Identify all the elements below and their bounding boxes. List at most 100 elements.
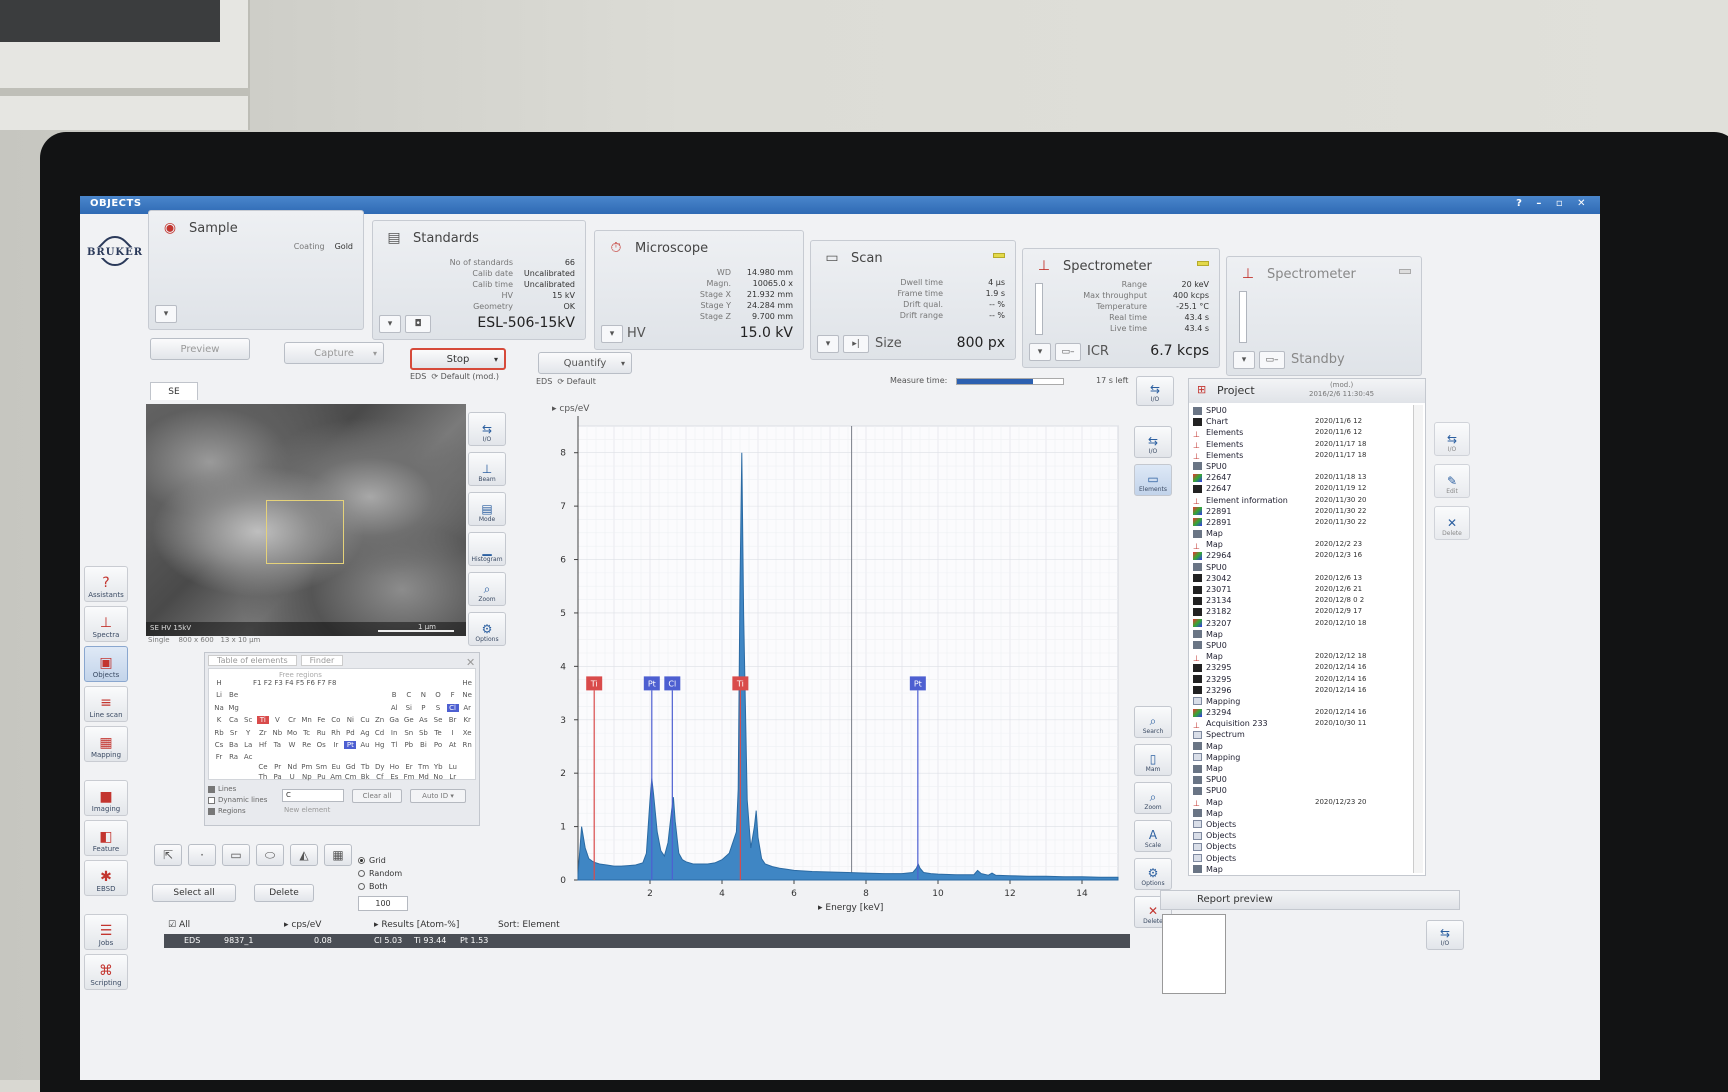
microscope-dropdown[interactable]: ▾	[601, 325, 623, 343]
element-bi[interactable]: Bi	[417, 741, 429, 749]
element-cm[interactable]: Cm	[345, 773, 357, 781]
options-button[interactable]: ⚙ Options	[1134, 858, 1172, 890]
dynamic-lines-option[interactable]: Dynamic lines	[208, 795, 267, 806]
element-ni[interactable]: Ni	[344, 716, 356, 724]
element-cd[interactable]: Cd	[374, 729, 386, 737]
mam-button[interactable]: ▯ Mam	[1134, 744, 1172, 776]
elements-button[interactable]: ▭ Elements	[1134, 464, 1172, 496]
element-re[interactable]: Re	[301, 741, 313, 749]
element-cr[interactable]: Cr	[286, 716, 298, 724]
ellipse-tool-button[interactable]: ⬭	[256, 844, 284, 866]
tree-item[interactable]: Objects	[1193, 830, 1411, 841]
element-hf[interactable]: Hf	[257, 741, 269, 749]
element-ag[interactable]: Ag	[359, 729, 371, 737]
element-yb[interactable]: Yb	[432, 763, 444, 771]
element-ge[interactable]: Ge	[403, 716, 415, 724]
sample-dropdown[interactable]: ▾	[155, 305, 177, 323]
preview-button[interactable]: Preview	[150, 338, 250, 360]
element-ne[interactable]: Ne	[461, 691, 473, 699]
regions-checkbox[interactable]	[208, 807, 215, 815]
grid-count-input[interactable]: 100	[358, 896, 408, 911]
spectrometer-toggle-button[interactable]: ▭–	[1055, 343, 1081, 361]
beam-button[interactable]: ⊥ Beam	[468, 452, 506, 486]
element-pd[interactable]: Pd	[344, 729, 356, 737]
element-ru[interactable]: Ru	[315, 729, 327, 737]
tree-item[interactable]: 23295 2020/12/14 16	[1193, 674, 1411, 685]
element-co[interactable]: Co	[330, 716, 342, 724]
element-pa[interactable]: Pa	[272, 773, 284, 781]
delete-button[interactable]: ✕ Delete	[1434, 506, 1470, 540]
lines-checkbox[interactable]	[208, 785, 215, 793]
element-no[interactable]: No	[432, 773, 444, 781]
element-k[interactable]: K	[213, 716, 225, 724]
histogram-button[interactable]: ▁ Histogram	[468, 532, 506, 566]
element-ra[interactable]: Ra	[228, 753, 240, 761]
i-o-button[interactable]: ⇆ I/O	[468, 412, 506, 446]
element-b[interactable]: B	[388, 691, 400, 699]
result-row[interactable]: EDS 9837_1 0.08 Cl 5.03 Ti 93.44 Pt 1.53	[164, 934, 1130, 948]
grid-radio[interactable]: Grid	[358, 856, 386, 865]
element-cl[interactable]: Cl	[446, 703, 459, 712]
element-at[interactable]: At	[447, 741, 459, 749]
stop-button[interactable]: Stop ▾	[410, 348, 506, 370]
select-pointer-tool-button[interactable]: ⇱	[154, 844, 182, 866]
grid-radio-dot[interactable]	[358, 857, 365, 864]
element-he[interactable]: He	[461, 679, 473, 687]
point-tool-button[interactable]: ·	[188, 844, 216, 866]
tree-item[interactable]: 23294 2020/12/14 16	[1193, 707, 1411, 718]
element-tm[interactable]: Tm	[418, 763, 430, 771]
grid-tool-button[interactable]: ▦	[324, 844, 352, 866]
element-ga[interactable]: Ga	[388, 716, 400, 724]
element-eu[interactable]: Eu	[330, 763, 342, 771]
results-header[interactable]: ▸ Results [Atom-%]	[374, 920, 459, 930]
element-w[interactable]: W	[286, 741, 298, 749]
close-icon[interactable]: ✕	[1577, 198, 1586, 209]
element-na[interactable]: Na	[213, 704, 225, 712]
report-io-button[interactable]: ⇆ I/O	[1426, 920, 1464, 950]
dynamic-lines-checkbox[interactable]	[208, 796, 215, 804]
element-be[interactable]: Be	[228, 691, 240, 699]
element-os[interactable]: Os	[315, 741, 327, 749]
element-sm[interactable]: Sm	[315, 763, 327, 771]
lines-option[interactable]: Lines	[208, 784, 267, 795]
edit-button[interactable]: ✎ Edit	[1434, 464, 1470, 498]
tree-item[interactable]: Mapping	[1193, 752, 1411, 763]
element-rh[interactable]: Rh	[330, 729, 342, 737]
element-ho[interactable]: Ho	[388, 763, 400, 771]
element-y[interactable]: Y	[242, 729, 254, 737]
element-c[interactable]: C	[403, 691, 415, 699]
scan-dropdown[interactable]: ▾	[817, 335, 839, 353]
tree-item[interactable]: 23071 2020/12/6 21	[1193, 584, 1411, 595]
element-cf[interactable]: Cf	[374, 773, 386, 781]
element-am[interactable]: Am	[330, 773, 342, 781]
element-cs[interactable]: Cs	[213, 741, 225, 749]
element-li[interactable]: Li	[213, 691, 225, 699]
tree-item[interactable]: 22647 2020/11/19 12	[1193, 483, 1411, 494]
sidebar-item-line-scan[interactable]: ≡ Line scan	[84, 686, 128, 722]
tab-table-of-elements[interactable]: Table of elements	[208, 655, 297, 666]
both-radio[interactable]: Both	[358, 882, 388, 891]
element-th[interactable]: Th	[257, 773, 269, 781]
maximize-icon[interactable]: ▫	[1556, 198, 1563, 209]
element-cu[interactable]: Cu	[359, 716, 371, 724]
element-in[interactable]: In	[388, 729, 400, 737]
tab-finder[interactable]: Finder	[300, 655, 344, 666]
tree-item[interactable]: 23042 2020/12/6 13	[1193, 573, 1411, 584]
standards-camera-button[interactable]: ◘	[405, 315, 431, 333]
element-zr[interactable]: Zr	[257, 729, 269, 737]
element-ba[interactable]: Ba	[228, 741, 240, 749]
tree-item[interactable]: Map	[1193, 629, 1411, 640]
rectangle-tool-button[interactable]: ▭	[222, 844, 250, 866]
element-po[interactable]: Po	[432, 741, 444, 749]
element-nd[interactable]: Nd	[286, 763, 298, 771]
element-u[interactable]: U	[286, 773, 298, 781]
element-md[interactable]: Md	[418, 773, 430, 781]
element-tl[interactable]: Tl	[388, 741, 400, 749]
tree-item[interactable]: Chart 2020/11/6 12	[1193, 416, 1411, 427]
element-sr[interactable]: Sr	[228, 729, 240, 737]
tree-item[interactable]: SPU0	[1193, 405, 1411, 416]
zoom-button[interactable]: ⌕ Zoom	[1134, 782, 1172, 814]
element-ac[interactable]: Ac	[242, 753, 254, 761]
select-all-button[interactable]: Select all	[152, 884, 236, 902]
element-xe[interactable]: Xe	[461, 729, 473, 737]
